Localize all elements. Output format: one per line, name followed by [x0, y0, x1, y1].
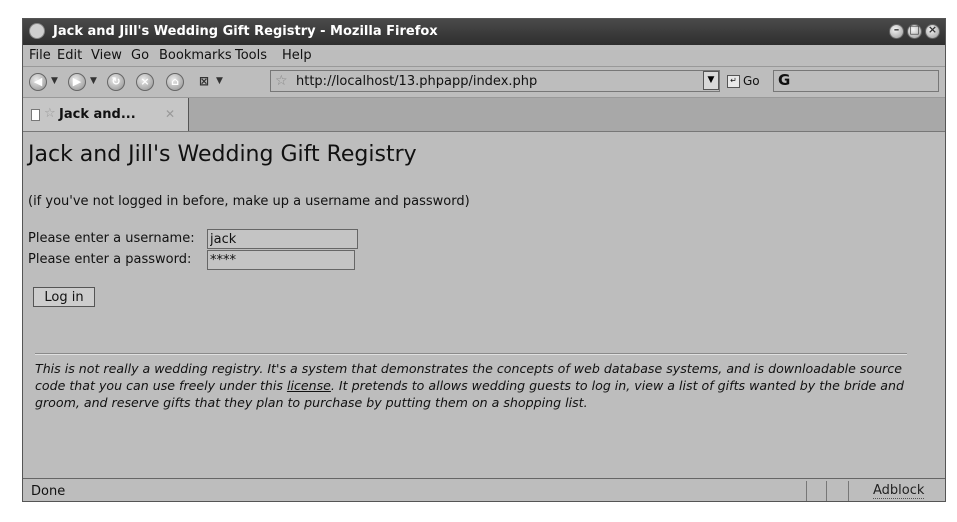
- back-arrow-icon[interactable]: ◀: [29, 73, 47, 91]
- username-label: Please enter a username:: [28, 231, 195, 246]
- tab-registry[interactable]: ☆ Jack and... ✕: [23, 98, 189, 131]
- bookmark-star-icon[interactable]: ☆: [275, 73, 288, 89]
- status-cell-2: [826, 481, 848, 501]
- menu-file[interactable]: File: [29, 48, 51, 63]
- browser-window: Jack and Jill's Wedding Gift Registry - …: [22, 18, 946, 502]
- extension-dropdown-icon[interactable]: ▼: [216, 76, 223, 86]
- home-icon[interactable]: ⌂: [166, 73, 184, 91]
- status-text: Done: [31, 484, 66, 499]
- password-field[interactable]: [207, 250, 355, 270]
- username-field[interactable]: [207, 229, 358, 249]
- divider: [35, 353, 907, 355]
- url-dropdown-button[interactable]: ▼: [703, 71, 719, 90]
- login-button[interactable]: Log in: [33, 287, 95, 307]
- extension-icon[interactable]: ⊠: [195, 73, 213, 91]
- go-label: Go: [743, 74, 760, 88]
- search-box[interactable]: G: [773, 70, 939, 92]
- adblock-status[interactable]: Adblock: [873, 483, 925, 499]
- forward-arrow-icon[interactable]: ▶: [68, 73, 86, 91]
- tab-bar: ☆ Jack and... ✕: [23, 98, 945, 132]
- back-dropdown-icon[interactable]: ▼: [51, 76, 58, 86]
- footer-paragraph: This is not really a wedding registry. I…: [35, 360, 915, 411]
- google-search-icon: G: [778, 71, 791, 89]
- menu-edit[interactable]: Edit: [57, 48, 82, 63]
- menu-go[interactable]: Go: [131, 48, 149, 63]
- page-title: Jack and Jill's Wedding Gift Registry: [28, 142, 417, 167]
- password-label: Please enter a password:: [28, 252, 192, 267]
- reload-icon[interactable]: ↻: [107, 73, 125, 91]
- window-title: Jack and Jill's Wedding Gift Registry - …: [53, 24, 438, 39]
- login-note: (if you've not logged in before, make up…: [28, 194, 470, 209]
- close-window-button[interactable]: ×: [925, 23, 940, 39]
- status-bar: Done Adblock: [23, 478, 945, 501]
- title-bar: Jack and Jill's Wedding Gift Registry - …: [23, 19, 945, 45]
- tab-label: Jack and...: [59, 107, 136, 122]
- firefox-logo-icon: [29, 23, 45, 39]
- navigation-toolbar: ◀ ▼ ▶ ▼ ↻ × ⌂ ⊠ ▼ ☆ http://localhost/13.…: [23, 67, 945, 98]
- menu-help[interactable]: Help: [282, 48, 312, 63]
- forward-dropdown-icon[interactable]: ▼: [90, 76, 97, 86]
- url-bar[interactable]: ☆ http://localhost/13.phpapp/index.php: [270, 70, 720, 92]
- status-cell-1: [806, 481, 826, 501]
- menu-bookmarks[interactable]: Bookmarks: [159, 48, 232, 63]
- menu-tools[interactable]: Tools: [235, 48, 267, 63]
- url-text[interactable]: http://localhost/13.phpapp/index.php: [296, 74, 537, 89]
- minimize-button[interactable]: –: [889, 23, 904, 39]
- go-arrow-icon: ↵: [727, 75, 740, 88]
- maximize-button[interactable]: □: [907, 23, 922, 39]
- menu-bar: File Edit View Go Bookmarks Tools Help: [23, 45, 945, 67]
- tab-star-icon: ☆: [44, 106, 56, 121]
- tab-close-icon[interactable]: ✕: [165, 107, 175, 121]
- menu-view[interactable]: View: [91, 48, 122, 63]
- license-link[interactable]: license: [287, 378, 331, 393]
- stop-icon[interactable]: ×: [136, 73, 154, 91]
- page-icon: [31, 109, 40, 121]
- page-content: Jack and Jill's Wedding Gift Registry (i…: [23, 132, 945, 477]
- go-button[interactable]: ↵ Go: [727, 74, 760, 88]
